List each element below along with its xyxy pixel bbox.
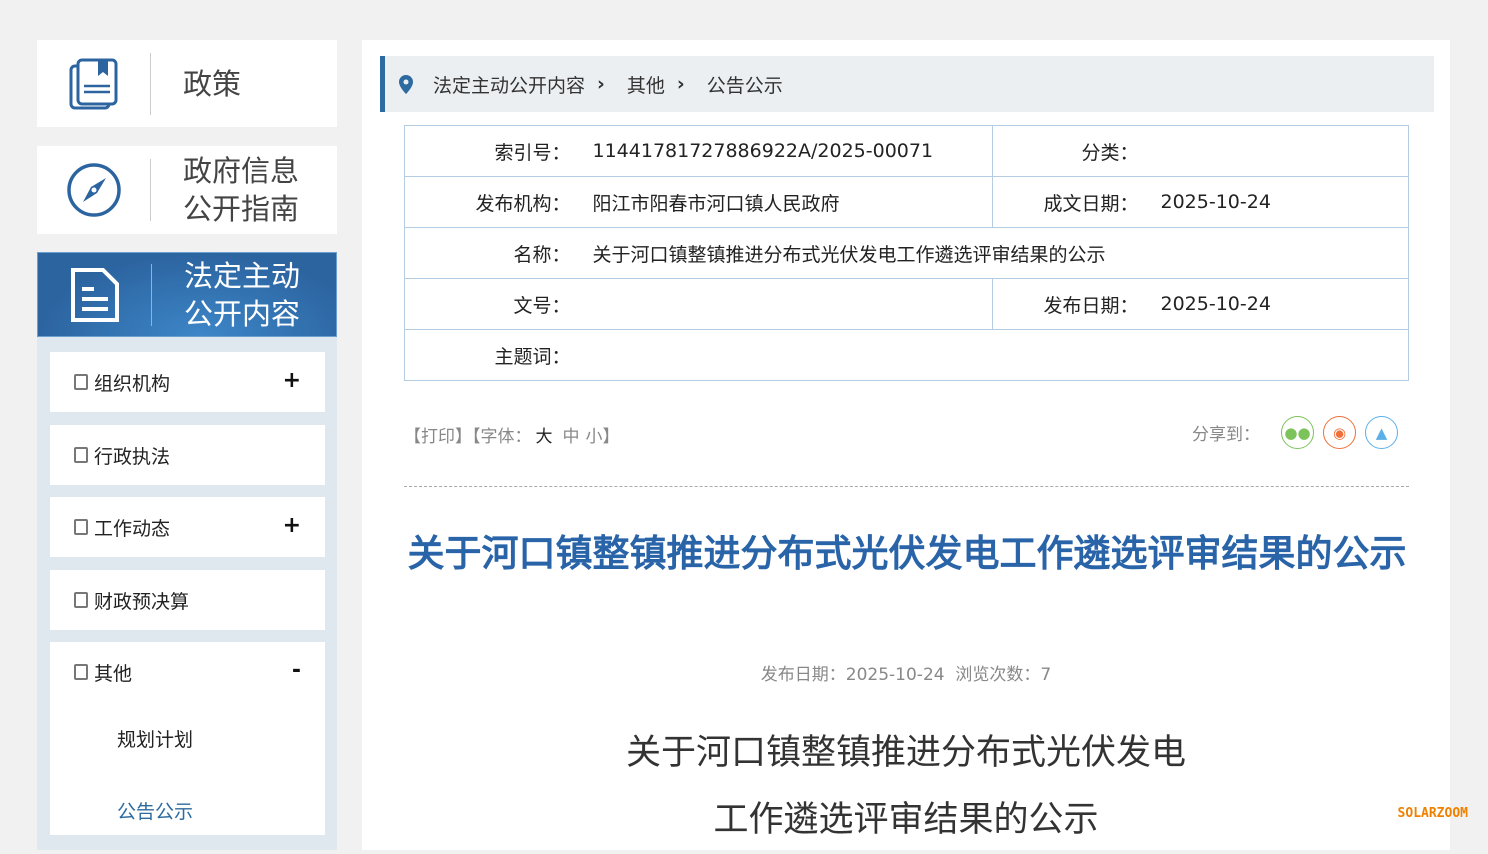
submenu-child-notice[interactable]: 公告公示: [50, 774, 325, 846]
docno-value: [575, 279, 993, 330]
submenu-item-org[interactable]: 组织机构 +: [50, 352, 325, 412]
topic-value: [575, 330, 1409, 381]
nav-label: 法定主动: [184, 257, 300, 295]
copy-icon: [74, 374, 88, 390]
font-medium-button[interactable]: 中: [563, 427, 580, 447]
date-value: 2025-10-24: [1143, 177, 1409, 228]
share-label: 分享到：: [1192, 420, 1260, 445]
submenu-item-law[interactable]: 行政执法: [50, 425, 325, 485]
nav-label: 公开内容: [184, 295, 300, 333]
label: 发布日期：: [993, 279, 1143, 330]
breadcrumb: 法定主动公开内容 › 其他 › 公告公示: [380, 56, 1434, 112]
submenu-item-other[interactable]: 其他- 规划计划 公告公示: [50, 642, 325, 835]
font-label: 【字体：: [472, 427, 532, 447]
index-value: 11441781727886922A/2025-00071: [575, 126, 993, 177]
article-title: 关于河口镇整镇推进分布式光伏发电工作遴选评审结果的公示: [402, 528, 1412, 580]
print-button[interactable]: 【打印】: [404, 427, 472, 447]
category-value: [1143, 126, 1409, 177]
label: 主题词：: [405, 330, 575, 381]
org-value: 阳江市阳春市河口镇人民政府: [575, 177, 993, 228]
submenu-child-plan[interactable]: 规划计划: [50, 702, 325, 774]
nav-guide[interactable]: 政府信息公开指南: [37, 146, 337, 234]
submenu-label: 其他: [94, 659, 132, 686]
body-line: 关于河口镇整镇推进分布式光伏发电: [362, 720, 1450, 787]
font-large-button[interactable]: 大: [536, 427, 553, 447]
expand-toggle[interactable]: +: [283, 368, 301, 393]
submenu-label: 财政预决算: [94, 587, 189, 614]
article-meta: 发布日期：2025-10-24 浏览次数：7: [362, 660, 1450, 685]
divider: [404, 486, 1409, 487]
nav-label: 政策: [151, 65, 241, 103]
pub-value: 2025-10-24: [1143, 279, 1409, 330]
location-pin-icon: [399, 75, 413, 94]
submenu-label: 组织机构: [94, 369, 170, 396]
chevron-right-icon: ›: [597, 73, 605, 95]
collapse-toggle[interactable]: -: [292, 658, 301, 683]
breadcrumb-current: 公告公示: [707, 71, 783, 98]
breadcrumb-link[interactable]: 法定主动公开内容: [433, 71, 585, 98]
book-icon: [37, 58, 150, 110]
submenu-item-finance[interactable]: 财政预决算: [50, 570, 325, 630]
nav-label: 政府信息: [183, 152, 299, 190]
article-tools: 【打印】【字体：大中小】: [404, 422, 620, 447]
nav-policy[interactable]: 政策: [37, 40, 337, 127]
watermark: SOLARZOOM: [1398, 806, 1468, 821]
chevron-right-icon: ›: [677, 73, 685, 95]
document-icon: [38, 267, 151, 323]
main-content: 法定主动公开内容 › 其他 › 公告公示 索引号：11441781727886922…: [362, 40, 1450, 850]
label: 索引号：: [405, 126, 575, 177]
label: 分类：: [993, 126, 1143, 177]
compass-icon: [37, 162, 150, 218]
label: 成文日期：: [993, 177, 1143, 228]
body-line: 工作遴选评审结果的公示: [362, 787, 1450, 854]
expand-toggle[interactable]: +: [283, 513, 301, 538]
share-bar: 分享到： ●● ◉ ▲: [1192, 416, 1398, 449]
label: 文号：: [405, 279, 575, 330]
nav-label: 公开指南: [183, 190, 299, 228]
copy-icon: [74, 519, 88, 535]
wechat-icon[interactable]: ●●: [1281, 416, 1314, 449]
submenu-label: 工作动态: [94, 514, 170, 541]
label: 发布机构：: [405, 177, 575, 228]
nav-public-content[interactable]: 法定主动公开内容: [37, 252, 337, 337]
qq-icon[interactable]: ▲: [1365, 416, 1398, 449]
copy-icon: [74, 664, 88, 680]
info-table: 索引号：11441781727886922A/2025-00071分类： 发布机…: [404, 125, 1409, 381]
label: 名称：: [405, 228, 575, 279]
font-small-button[interactable]: 小: [586, 427, 603, 447]
name-value: 关于河口镇整镇推进分布式光伏发电工作遴选评审结果的公示: [575, 228, 1409, 279]
copy-icon: [74, 447, 88, 463]
submenu: 组织机构 + 行政执法 工作动态 + 财政预决算 其他 - 规划计划 公告公示: [37, 337, 337, 850]
article-body: 关于河口镇整镇推进分布式光伏发电工作遴选评审结果的公示: [362, 720, 1450, 854]
breadcrumb-link[interactable]: 其他: [627, 71, 665, 98]
font-label-end: 】: [603, 427, 620, 447]
submenu-item-news[interactable]: 工作动态 +: [50, 497, 325, 557]
weibo-icon[interactable]: ◉: [1323, 416, 1356, 449]
copy-icon: [74, 592, 88, 608]
submenu-label: 行政执法: [94, 442, 170, 469]
